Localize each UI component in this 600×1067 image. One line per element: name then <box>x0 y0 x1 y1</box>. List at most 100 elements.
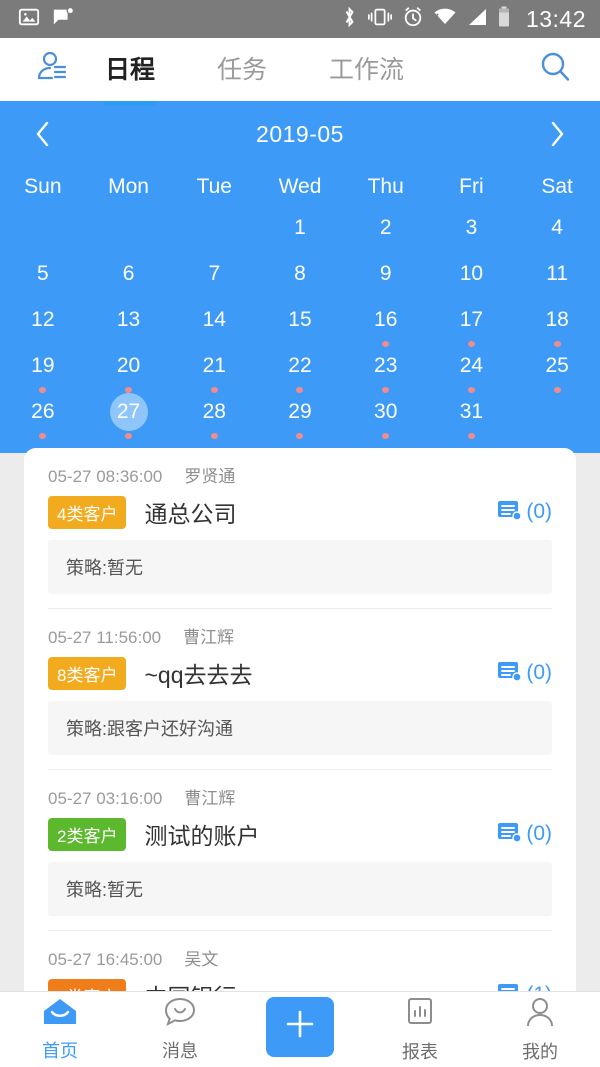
calendar-day-number: 26 <box>31 400 55 423</box>
schedule-card[interactable]: 05-27 08:36:00 罗贤通 4类客户 通总公司 (0) 策略:暂无 <box>24 448 576 609</box>
schedule-note-button[interactable]: (0) <box>496 497 552 528</box>
calendar-day-23[interactable]: 23 <box>343 347 429 393</box>
bottom-nav-label-report: 报表 <box>402 1041 438 1062</box>
calendar-day-25[interactable]: 25 <box>514 347 600 393</box>
calendar-day-empty <box>514 393 600 439</box>
schedule-datetime: 05-27 11:56:00 <box>48 628 162 647</box>
bottom-nav-item-home[interactable]: 首页 <box>0 997 120 1063</box>
weekday-label: Tue <box>196 175 232 198</box>
calendar-day-number: 8 <box>294 262 306 285</box>
bottom-nav-item-message[interactable]: 消息 <box>120 997 240 1063</box>
calendar-day-10[interactable]: 10 <box>429 255 515 301</box>
next-month-button[interactable] <box>540 117 574 151</box>
calendar-day-1[interactable]: 1 <box>257 209 343 255</box>
calendar-day-number: 22 <box>288 354 312 377</box>
calendar-day-number <box>195 209 233 246</box>
calendar-day-27[interactable]: 27 <box>86 393 172 439</box>
schedule-card[interactable]: 05-27 11:56:00 曹江辉 8类客户 ~qq去去去 (0) 策略:跟客户还好沟通 <box>24 609 576 770</box>
schedule-note-count: (0) <box>526 500 552 523</box>
calendar-day-grid: 1 2 3 4 5 6 7 8 9 10 11 12 13 14 15 16 17 18 19 20 21 22 23 24 2… <box>0 209 600 439</box>
schedule-datetime: 05-27 16:45:00 <box>48 950 163 969</box>
schedule-card-meta: 05-27 03:16:00 曹江辉 <box>48 784 552 809</box>
calendar-day-16[interactable]: 16 <box>343 301 429 347</box>
calendar-day-15[interactable]: 15 <box>257 301 343 347</box>
calendar-day-21[interactable]: 21 <box>171 347 257 393</box>
calendar-day-20[interactable]: 20 <box>86 347 172 393</box>
calendar-day-17[interactable]: 17 <box>429 301 515 347</box>
calendar-day-empty <box>171 209 257 255</box>
schedule-owner: 罗贤通 <box>184 467 236 486</box>
calendar-day-number: 15 <box>288 308 312 331</box>
tab-bar: 日程 任务 工作流 <box>105 50 404 89</box>
calendar-day-9[interactable]: 9 <box>343 255 429 301</box>
calendar-day-30[interactable]: 30 <box>343 393 429 439</box>
calendar-event-dot <box>210 433 218 439</box>
search-button[interactable] <box>510 50 600 89</box>
calendar-day-number: 14 <box>202 308 226 331</box>
schedule-list[interactable]: 05-27 08:36:00 罗贤通 4类客户 通总公司 (0) 策略:暂无 05-27 1… <box>24 448 576 991</box>
schedule-owner: 曹江辉 <box>183 628 235 647</box>
customer-type-badge: 4类客户 <box>48 495 127 529</box>
calendar-day-number: 3 <box>465 216 478 239</box>
calendar-day-7[interactable]: 7 <box>171 255 257 301</box>
signal-icon <box>466 7 488 32</box>
status-bar-clock: 13:42 <box>525 5 586 32</box>
contacts-button[interactable] <box>0 47 105 92</box>
add-button[interactable] <box>266 996 334 1057</box>
customer-type-badge: 2类客户 <box>48 817 127 851</box>
calendar-day-3[interactable]: 3 <box>429 209 515 255</box>
calendar-day-number <box>24 209 62 246</box>
calendar-day-19[interactable]: 19 <box>0 347 86 393</box>
calendar-event-dot <box>39 433 47 439</box>
calendar-event-dot <box>125 433 133 439</box>
schedule-card-meta: 05-27 08:36:00 罗贤通 <box>48 462 552 487</box>
tab-task[interactable]: 任务 <box>217 50 267 89</box>
schedule-card-meta: 05-27 11:56:00 曹江辉 <box>48 623 552 648</box>
calendar-day-11[interactable]: 11 <box>514 255 600 301</box>
schedule-note-button[interactable]: (0) <box>496 819 552 850</box>
schedule-customer-name: 中国银行 <box>144 978 236 991</box>
tab-workflow[interactable]: 工作流 <box>329 50 404 89</box>
calendar-day-24[interactable]: 24 <box>429 347 515 393</box>
schedule-note-button[interactable]: (1) <box>496 980 552 991</box>
calendar-day-number: 9 <box>379 262 392 285</box>
calendar-day-4[interactable]: 4 <box>514 209 600 255</box>
calendar-day-8[interactable]: 8 <box>257 255 343 301</box>
image-icon <box>18 6 40 33</box>
weekday-label: Fri <box>459 175 484 198</box>
calendar-day-number: 23 <box>374 354 398 377</box>
calendar-day-14[interactable]: 14 <box>171 301 257 347</box>
prev-month-button[interactable] <box>26 117 60 151</box>
bottom-nav-label-profile: 我的 <box>522 1041 558 1062</box>
calendar-day-29[interactable]: 29 <box>257 393 343 439</box>
bottom-nav-item-add[interactable] <box>240 996 360 1060</box>
status-bar-left-icons <box>18 6 75 33</box>
calendar-day-5[interactable]: 5 <box>0 255 86 301</box>
schedule-strategy: 策略:跟客户还好沟通 <box>48 701 552 755</box>
calendar-day-number: 5 <box>37 262 49 285</box>
calendar-day-number: 21 <box>202 354 226 377</box>
bottom-nav-item-profile[interactable]: 我的 <box>480 996 600 1064</box>
note-icon <box>496 819 523 850</box>
schedule-card[interactable]: 05-27 16:45:00吴文5类客户中国银行(1)策略:前期先打电话采访一下 <box>24 931 576 991</box>
calendar-day-28[interactable]: 28 <box>171 393 257 439</box>
alarm-icon <box>402 6 424 33</box>
calendar-day-12[interactable]: 12 <box>0 301 86 347</box>
calendar-day-number: 1 <box>294 216 306 239</box>
calendar-day-26[interactable]: 26 <box>0 393 86 439</box>
calendar-day-2[interactable]: 2 <box>343 209 429 255</box>
tab-schedule[interactable]: 日程 <box>105 50 155 89</box>
schedule-note-button[interactable]: (0) <box>496 658 552 689</box>
calendar-day-6[interactable]: 6 <box>86 255 172 301</box>
bottom-nav-item-report[interactable]: 报表 <box>360 996 480 1064</box>
calendar-day-empty <box>0 209 86 255</box>
schedule-card[interactable]: 05-27 03:16:00 曹江辉 2类客户 测试的账户 (0) 策略:暂无 <box>24 770 576 931</box>
calendar-day-18[interactable]: 18 <box>514 301 600 347</box>
calendar-day-number: 31 <box>459 400 484 423</box>
bluetooth-icon <box>341 5 358 34</box>
calendar-day-number <box>110 209 148 246</box>
calendar-day-31[interactable]: 31 <box>429 393 515 439</box>
calendar-day-22[interactable]: 22 <box>257 347 343 393</box>
calendar-day-13[interactable]: 13 <box>86 301 172 347</box>
weekday-label: Wed <box>278 175 322 198</box>
